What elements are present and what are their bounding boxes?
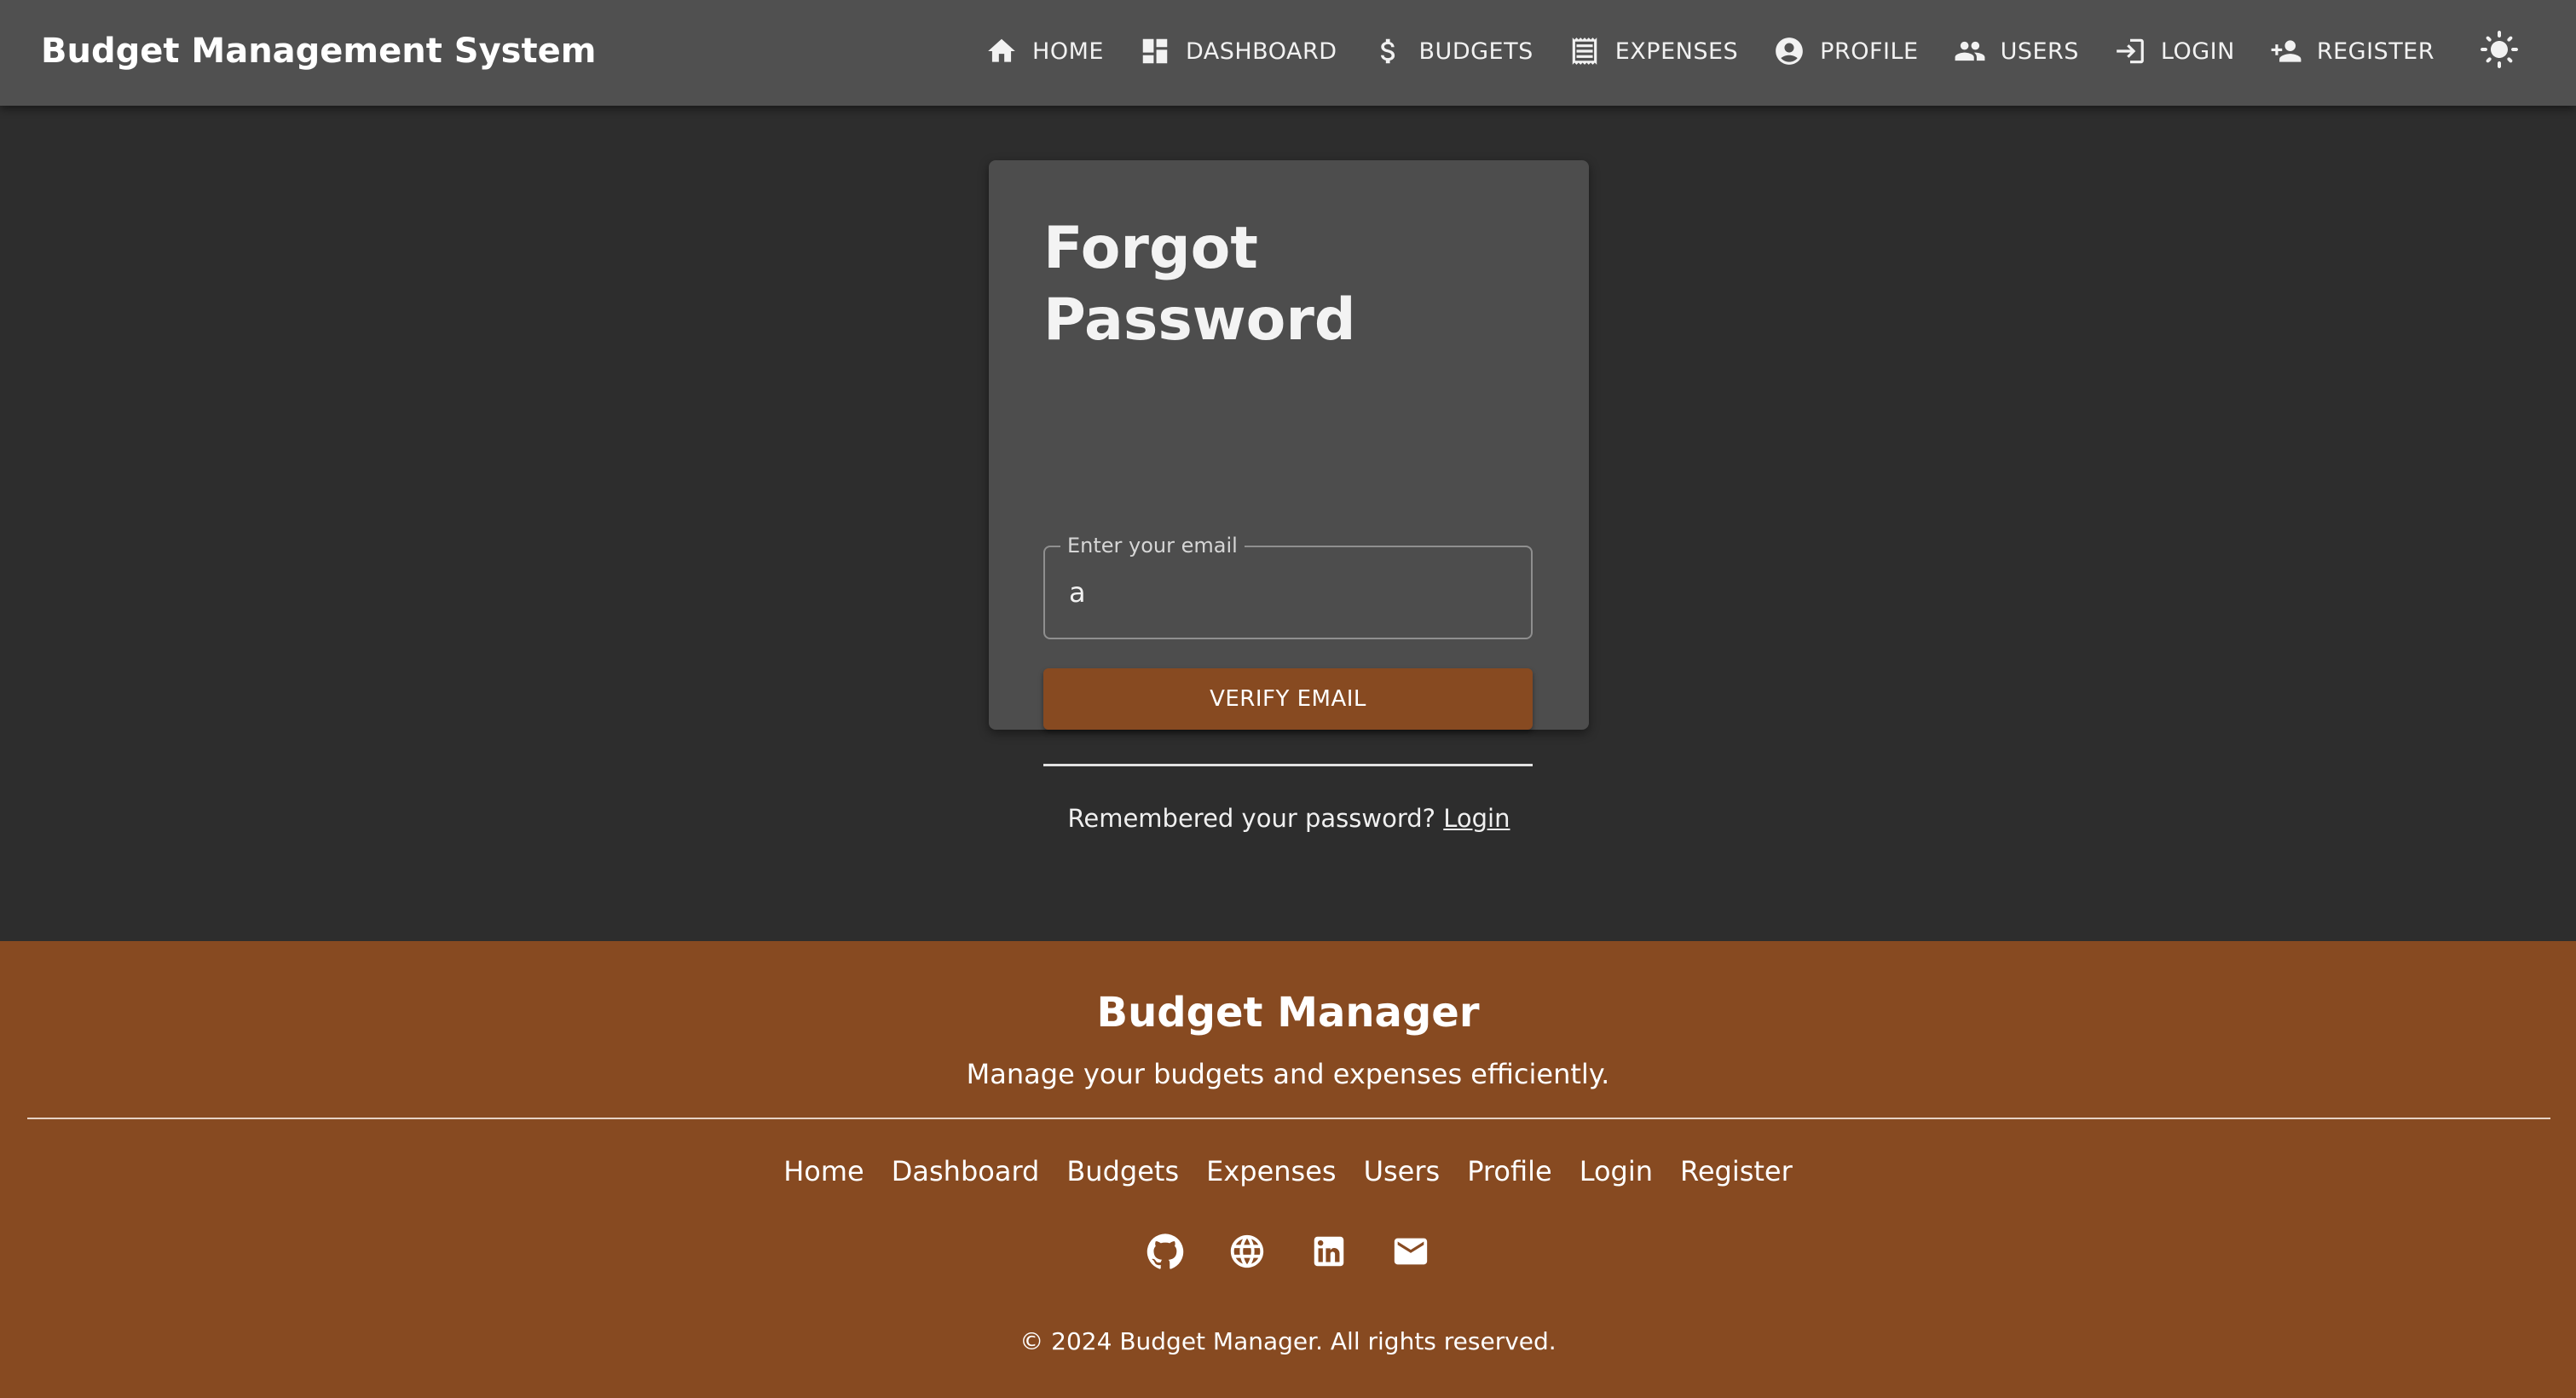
sun-icon — [2479, 29, 2520, 73]
login-icon — [2113, 34, 2147, 68]
account-circle-icon — [1772, 34, 1806, 68]
footer-link-dashboard[interactable]: Dashboard — [878, 1144, 1054, 1199]
email-field-label: Enter your email — [1060, 534, 1245, 557]
card-divider — [1043, 764, 1533, 766]
linkedin-link[interactable] — [1298, 1219, 1360, 1287]
dollar-icon — [1372, 34, 1406, 68]
footer-link-profile[interactable]: Profile — [1453, 1144, 1566, 1199]
footer-link-expenses[interactable]: Expenses — [1193, 1144, 1349, 1199]
nav-users-label: USERS — [2000, 38, 2079, 65]
footer-links: Home Dashboard Budgets Expenses Users Pr… — [0, 1144, 2576, 1199]
footer-divider — [27, 1118, 2550, 1119]
dashboard-icon — [1138, 34, 1172, 68]
remember-prompt: Remembered your password? — [1067, 804, 1436, 833]
nav-dashboard-label: DASHBOARD — [1185, 38, 1337, 65]
footer: Budget Manager Manage your budgets and e… — [0, 941, 2576, 1398]
footer-link-home[interactable]: Home — [770, 1144, 878, 1199]
nav-expenses-label: EXPENSES — [1614, 38, 1739, 65]
nav-register[interactable]: REGISTER — [2252, 17, 2452, 85]
main-nav: HOME DASHBOARD BUDGETS EXPENSES PROFILE — [967, 0, 2527, 102]
linkedin-icon — [1309, 1232, 1349, 1274]
github-icon — [1146, 1232, 1185, 1274]
footer-link-budgets[interactable]: Budgets — [1053, 1144, 1193, 1199]
forgot-password-card: Forgot Password Enter your email VERIFY … — [989, 160, 1589, 833]
page-title: Forgot Password — [1043, 215, 1356, 354]
copyright-text: © 2024 Budget Manager. All rights reserv… — [1019, 1327, 1557, 1355]
website-link[interactable] — [1216, 1219, 1278, 1287]
footer-link-register[interactable]: Register — [1666, 1144, 1806, 1199]
email-field[interactable]: Enter your email — [1043, 534, 1533, 639]
footer-link-users[interactable]: Users — [1350, 1144, 1454, 1199]
app-header: Budget Management System HOME DASHBOARD … — [0, 0, 2576, 106]
email-link[interactable] — [1380, 1219, 1441, 1287]
nav-home[interactable]: HOME — [967, 17, 1121, 85]
social-links — [0, 1219, 2576, 1287]
nav-register-label: REGISTER — [2316, 38, 2434, 65]
globe-icon — [1227, 1232, 1267, 1274]
nav-budgets-label: BUDGETS — [1418, 38, 1533, 65]
footer-title: Budget Manager — [1096, 989, 1480, 1037]
app-title[interactable]: Budget Management System — [41, 0, 596, 102]
footer-tagline: Manage your budgets and expenses efficie… — [966, 1058, 1610, 1090]
nav-profile[interactable]: PROFILE — [1755, 17, 1935, 85]
verify-email-button[interactable]: VERIFY EMAIL — [1043, 668, 1533, 730]
person-add-icon — [2269, 34, 2303, 68]
nav-budgets[interactable]: BUDGETS — [1354, 17, 1551, 85]
email-input[interactable] — [1066, 568, 1516, 617]
remember-password-text: Remembered your password? Login — [989, 801, 1589, 835]
nav-login-label: LOGIN — [2160, 38, 2235, 65]
nav-users[interactable]: USERS — [1936, 17, 2096, 85]
footer-link-login[interactable]: Login — [1566, 1144, 1666, 1199]
theme-toggle-button[interactable] — [2472, 24, 2527, 78]
nav-expenses[interactable]: EXPENSES — [1551, 17, 1755, 85]
nav-home-label: HOME — [1032, 38, 1104, 65]
receipt-icon — [1568, 34, 1602, 68]
nav-profile-label: PROFILE — [1820, 38, 1919, 65]
nav-dashboard[interactable]: DASHBOARD — [1121, 17, 1354, 85]
nav-login[interactable]: LOGIN — [2096, 17, 2252, 85]
github-link[interactable] — [1135, 1219, 1196, 1287]
email-icon — [1391, 1232, 1430, 1274]
people-icon — [1953, 34, 1987, 68]
home-icon — [985, 34, 1019, 68]
login-link[interactable]: Login — [1443, 804, 1510, 833]
